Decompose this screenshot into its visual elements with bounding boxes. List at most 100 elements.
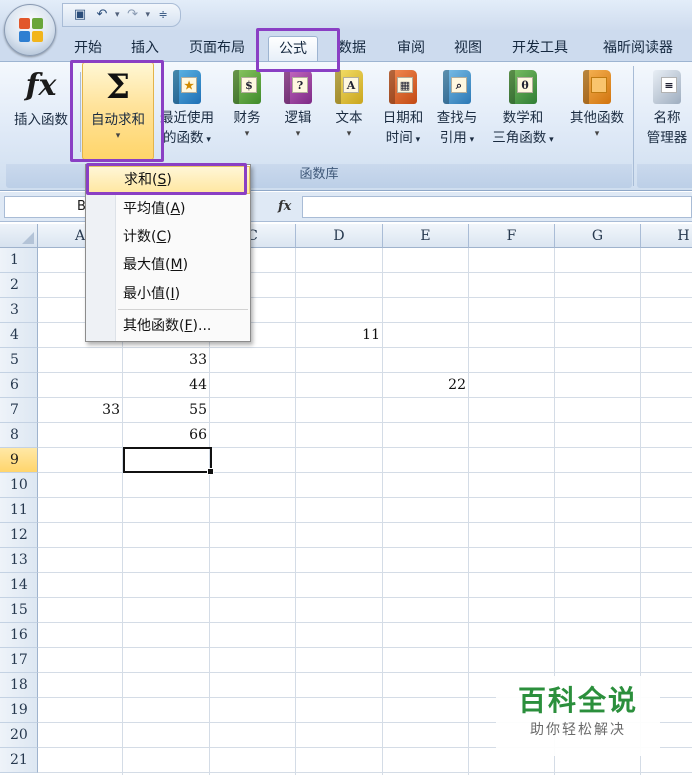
tab-formulas[interactable]: 公式 [268, 36, 318, 62]
save-icon[interactable]: ▣ [71, 6, 89, 24]
cell-E6[interactable]: 22 [383, 373, 469, 398]
name-manager-label-2: 管理器 [646, 130, 688, 146]
more-functions-button[interactable]: 其他函数 ▾ [563, 66, 631, 140]
autosum-dropdown-menu: Σ 求和(S) 平均值(A) 计数(C) 最大值(M) 最小值(I) 其他函数(… [85, 164, 251, 342]
column-header-F[interactable]: F [469, 224, 555, 248]
row-header-8[interactable]: 8 [0, 423, 38, 448]
gridline-horizontal [38, 547, 692, 548]
column-header-G[interactable]: G [555, 224, 641, 248]
chevron-down-icon[interactable]: ▾ [563, 128, 631, 140]
column-header-D[interactable]: D [296, 224, 383, 248]
active-cell-B9[interactable] [123, 447, 214, 475]
menu-item-max[interactable]: 最大值(M) [86, 251, 250, 279]
row-header-18[interactable]: 18 [0, 673, 38, 698]
row-header-15[interactable]: 15 [0, 598, 38, 623]
row-header-12[interactable]: 12 [0, 523, 38, 548]
cell-B8[interactable]: 66 [123, 423, 210, 448]
row-header-1[interactable]: 1 [0, 248, 38, 273]
tab-developer[interactable]: 开发工具 [512, 36, 568, 62]
row-header-19[interactable]: 19 [0, 698, 38, 723]
row-header-17[interactable]: 17 [0, 648, 38, 673]
tab-page-layout[interactable]: 页面布局 [189, 36, 245, 62]
lookup-reference-button[interactable]: ⌕ 查找与 引用 ▾ [430, 66, 484, 150]
tab-insert[interactable]: 插入 [131, 36, 159, 62]
date-time-label-1: 日期和 [382, 110, 424, 126]
tab-home[interactable]: 开始 [74, 36, 102, 62]
cell-A7[interactable]: 33 [38, 398, 123, 423]
logical-book-icon: ? [281, 66, 315, 106]
insert-function-fx-icon[interactable]: fx [278, 195, 291, 219]
formula-input[interactable] [302, 196, 692, 218]
menu-item-count[interactable]: 计数(C) [86, 223, 250, 251]
text-button[interactable]: A 文本 ▾ [328, 66, 370, 140]
column-header-E[interactable]: E [383, 224, 469, 248]
math-trig-button[interactable]: θ 数学和 三角函数 ▾ [485, 66, 561, 150]
row-header-7[interactable]: 7 [0, 398, 38, 423]
row-header-14[interactable]: 14 [0, 573, 38, 598]
ribbon-separator [80, 72, 81, 152]
financial-book-icon: $ [230, 66, 264, 106]
row-header-9[interactable]: 9 [0, 448, 38, 473]
redo-dropdown-icon[interactable]: ▾ [146, 10, 151, 20]
ribbon-tabs: 开始 插入 页面布局 公式 数据 审阅 视图 开发工具 福昕阅读器 [0, 30, 692, 62]
gridline-horizontal [38, 772, 692, 773]
office-button[interactable] [4, 4, 56, 56]
menu-item-min[interactable]: 最小值(I) [86, 280, 250, 308]
row-header-5[interactable]: 5 [0, 348, 38, 373]
row-header-4[interactable]: 4 [0, 323, 38, 348]
chevron-down-icon[interactable]: ▾ [328, 128, 370, 140]
menu-item-more-functions[interactable]: 其他函数(F)... [86, 312, 250, 340]
cell-B5[interactable]: 33 [123, 348, 210, 373]
tab-data[interactable]: 数据 [338, 36, 366, 62]
row-header-10[interactable]: 10 [0, 473, 38, 498]
lookup-book-icon: ⌕ [440, 66, 474, 106]
tab-review[interactable]: 审阅 [397, 36, 425, 62]
recently-used-button[interactable]: ★ 最近使用 的函数 ▾ [154, 66, 220, 150]
cell-B6[interactable]: 44 [123, 373, 210, 398]
recently-used-label-2: 的函数 [163, 130, 204, 146]
gridline-vertical [468, 248, 469, 775]
undo-dropdown-icon[interactable]: ▾ [115, 10, 120, 20]
gridline-horizontal [38, 572, 692, 573]
row-header-21[interactable]: 21 [0, 748, 38, 773]
chevron-down-icon[interactable]: ▾ [82, 130, 154, 142]
date-time-button[interactable]: ▦ 日期和 时间 ▾ [377, 66, 429, 150]
chevron-down-icon[interactable]: ▾ [277, 128, 319, 140]
lookup-label-1: 查找与 [436, 110, 478, 126]
row-header-2[interactable]: 2 [0, 273, 38, 298]
name-manager-button[interactable]: ≡ 名称 管理器 [639, 66, 692, 148]
date-time-label-2: 时间 [385, 130, 413, 146]
row-header-20[interactable]: 20 [0, 723, 38, 748]
logical-button[interactable]: ? 逻辑 ▾ [277, 66, 319, 140]
row-header-16[interactable]: 16 [0, 623, 38, 648]
insert-function-label: 插入函数 [14, 112, 68, 128]
financial-button[interactable]: $ 财务 ▾ [226, 66, 268, 140]
row-header-13[interactable]: 13 [0, 548, 38, 573]
tab-foxit-reader[interactable]: 福昕阅读器 [603, 36, 673, 62]
column-header-H[interactable]: H [641, 224, 692, 248]
menu-separator [118, 309, 248, 310]
lookup-label-2: 引用 [439, 130, 467, 146]
redo-icon[interactable]: ↷ [124, 6, 142, 24]
tab-view[interactable]: 视图 [454, 36, 482, 62]
date-time-book-icon: ▦ [386, 66, 420, 106]
undo-icon[interactable]: ↶ [93, 6, 111, 24]
menu-item-average[interactable]: 平均值(A) [86, 195, 250, 223]
insert-function-button[interactable]: fx 插入函数 [6, 66, 76, 130]
select-all-corner[interactable] [0, 224, 38, 248]
row-header-11[interactable]: 11 [0, 498, 38, 523]
more-functions-label: 其他函数 [570, 110, 624, 126]
customize-qat-icon[interactable]: ≑ [154, 6, 172, 24]
gridline-horizontal [38, 672, 692, 673]
math-trig-label-1: 数学和 [502, 110, 544, 126]
row-header-3[interactable]: 3 [0, 298, 38, 323]
autosum-button[interactable]: Σ 自动求和 ▾ [82, 66, 154, 142]
watermark-title: 百科全说 [517, 684, 638, 717]
cell-D4[interactable]: 11 [296, 323, 383, 348]
math-trig-book-icon: θ [506, 66, 540, 106]
cell-B7[interactable]: 55 [123, 398, 210, 423]
gridline-horizontal [38, 597, 692, 598]
menu-item-sum[interactable]: 求和(S) [86, 166, 250, 194]
row-header-6[interactable]: 6 [0, 373, 38, 398]
chevron-down-icon[interactable]: ▾ [226, 128, 268, 140]
